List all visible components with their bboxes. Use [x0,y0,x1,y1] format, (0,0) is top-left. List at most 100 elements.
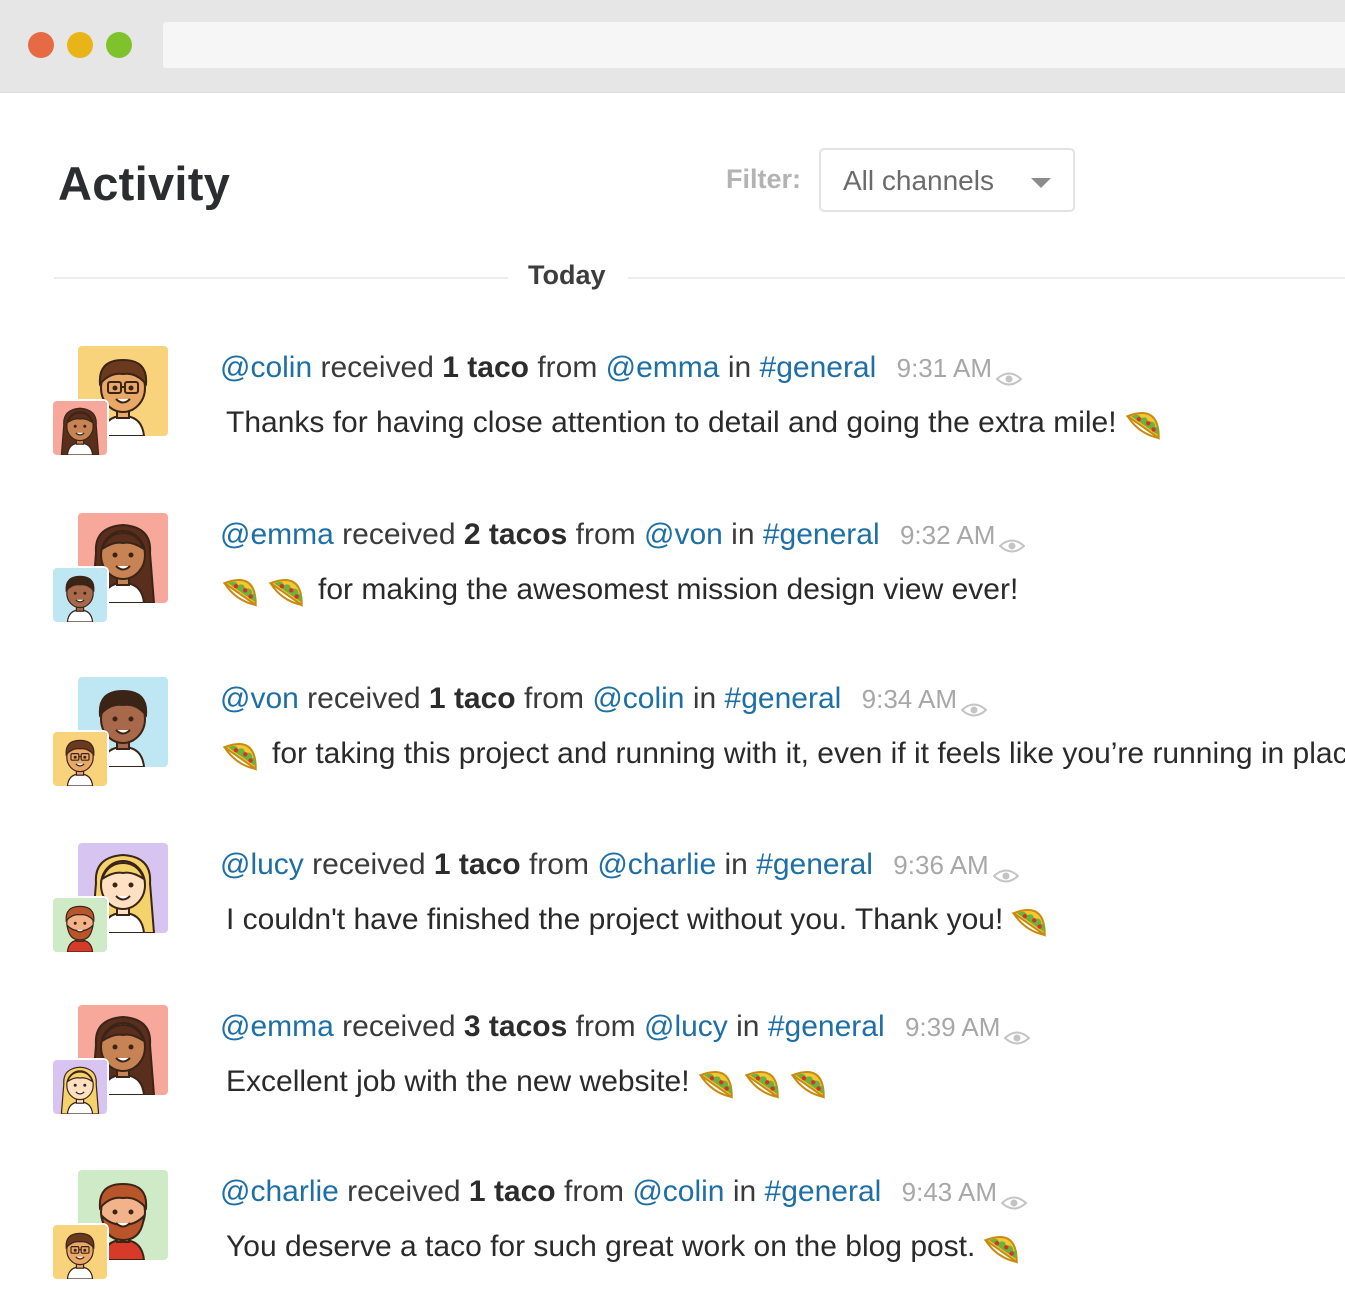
sender-mention-link[interactable]: @colin [632,1175,724,1208]
filter-selected-value: All channels [843,165,994,196]
entry-message: You deserve a taco for such great work o… [220,1222,1027,1272]
in-text: in [732,1175,757,1208]
taco-count: 1 taco [433,848,521,881]
entry-headline: @colin received 1 taco from @emma in #ge… [220,351,1023,386]
in-text: in [736,1010,760,1043]
taco-icon [1121,398,1171,448]
entry-message: Excellent job with the new website! [220,1057,834,1107]
recipient-mention-link[interactable]: @emma [220,518,334,551]
address-bar[interactable] [163,22,1345,68]
received-text: received [307,682,421,715]
timestamp: 9:34 AM [861,684,958,714]
from-text: from [575,1010,636,1043]
activity-entry: @colin received 1 taco from @emma in #ge… [0,346,1345,466]
lucy-avatar[interactable] [53,1060,107,1114]
sender-mention-link[interactable]: @lucy [644,1010,728,1043]
sender-mention-link[interactable]: @charlie [597,848,716,881]
in-text: in [731,518,755,551]
taco-icon [740,1057,790,1107]
channel-filter-dropdown[interactable]: All channels [819,148,1075,212]
taco-icon [1007,895,1057,945]
taco-count: 1 taco [442,351,529,384]
in-text: in [692,682,717,715]
activity-entry: @von received 1 taco from @colin in #gen… [0,677,1345,797]
received-text: received [347,1175,461,1208]
eye-icon[interactable] [995,361,1023,386]
recipient-mention-link[interactable]: @lucy [220,848,304,881]
channel-link[interactable]: #general [768,1010,885,1043]
eye-icon[interactable] [1003,1020,1031,1045]
timestamp: 9:31 AM [896,353,993,383]
received-text: received [342,1010,456,1043]
channel-link[interactable]: #general [763,518,880,551]
channel-link[interactable]: #general [756,848,873,881]
in-text: in [724,848,748,881]
colin-avatar[interactable] [53,732,107,786]
eye-icon[interactable] [960,692,988,717]
received-text: received [320,351,434,384]
page-title: Activity [58,157,231,210]
browser-chrome [0,0,1345,93]
recipient-mention-link[interactable]: @emma [220,1010,334,1043]
activity-entry: @emma received 3 tacos from @lucy in #ge… [0,1005,1345,1125]
message-text: I couldn't have finished the project wit… [226,903,1004,936]
sender-mention-link[interactable]: @colin [592,682,684,715]
section-divider-right [628,277,1345,279]
from-text: from [537,351,598,384]
colin-avatar[interactable] [53,1225,107,1279]
close-window-button[interactable] [28,32,54,58]
sender-mention-link[interactable]: @von [644,518,723,551]
taco-icon [218,565,268,615]
section-label-today: Today [528,260,606,290]
entry-headline: @emma received 3 tacos from @lucy in #ge… [220,1010,1031,1045]
minimize-window-button[interactable] [67,32,93,58]
eye-icon[interactable] [1000,1185,1028,1210]
timestamp: 9:39 AM [904,1012,1001,1042]
recipient-mention-link[interactable]: @charlie [220,1175,339,1208]
section-divider-left [54,277,508,279]
recipient-mention-link[interactable]: @von [220,682,299,715]
received-text: received [312,848,426,881]
eye-icon[interactable] [992,858,1020,883]
channel-link[interactable]: #general [765,1175,882,1208]
charlie-avatar[interactable] [53,898,107,952]
entry-message: for taking this project and running with… [220,729,1345,779]
message-text: Excellent job with the new website! [226,1065,690,1098]
channel-link[interactable]: #general [760,351,877,384]
taco-count: 1 taco [468,1175,556,1208]
recipient-mention-link[interactable]: @colin [220,351,312,384]
eye-icon[interactable] [998,528,1026,553]
entry-headline: @lucy received 1 taco from @charlie in #… [220,848,1020,883]
message-text: for taking this project and running with… [272,737,1345,770]
activity-entry: @lucy received 1 taco from @charlie in #… [0,843,1345,963]
von-avatar[interactable] [53,568,107,622]
channel-link[interactable]: #general [725,682,842,715]
taco-icon [979,1222,1029,1272]
message-text: Thanks for having close attention to det… [226,406,1117,439]
entry-message: for making the awesomest mission design … [220,565,1024,615]
received-text: received [342,518,456,551]
message-text: for making the awesomest mission design … [318,573,1019,606]
emma-avatar[interactable] [53,401,107,455]
entry-message: Thanks for having close attention to det… [220,398,1169,448]
entry-headline: @von received 1 taco from @colin in #gen… [220,682,988,717]
activity-entry: @emma received 2 tacos from @von in #gen… [0,513,1345,633]
taco-icon [786,1057,836,1107]
from-text: from [563,1175,624,1208]
activity-entry: @charlie received 1 taco from @colin in … [0,1170,1345,1290]
from-text: from [523,682,584,715]
filter-label: Filter: [726,164,802,194]
entry-headline: @charlie received 1 taco from @colin in … [220,1175,1028,1210]
taco-icon [264,565,314,615]
maximize-window-button[interactable] [106,32,132,58]
timestamp: 9:32 AM [899,520,996,550]
from-text: from [575,518,636,551]
entry-message: I couldn't have finished the project wit… [220,895,1055,945]
timestamp: 9:36 AM [893,850,989,880]
taco-icon [694,1057,744,1107]
from-text: from [528,848,589,881]
timestamp: 9:43 AM [901,1177,998,1207]
taco-icon [218,729,268,779]
chevron-down-icon [1031,178,1051,188]
sender-mention-link[interactable]: @emma [606,351,720,384]
